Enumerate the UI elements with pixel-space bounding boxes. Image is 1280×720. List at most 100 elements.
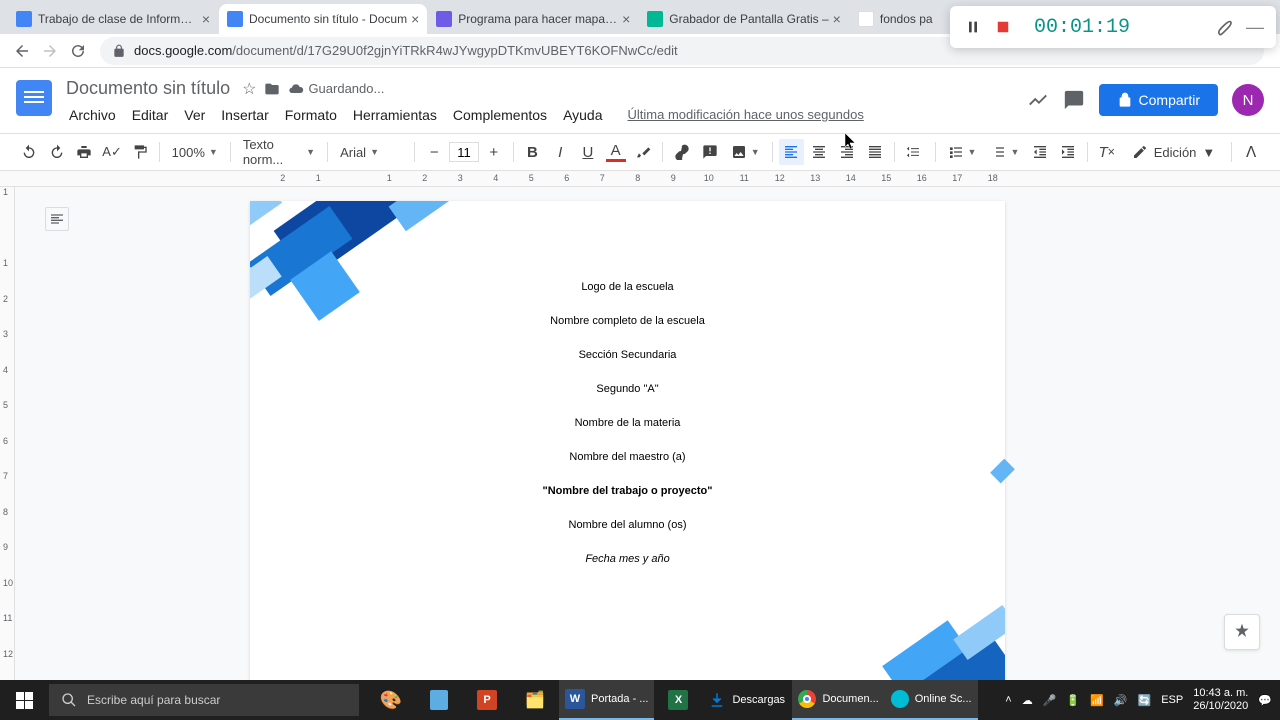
undo-button[interactable] [16,139,42,165]
highlight-button[interactable] [631,139,657,165]
insert-comment-button[interactable] [697,139,723,165]
decrease-indent-button[interactable] [1027,139,1053,165]
tray-cloud-icon[interactable]: ☁ [1022,694,1033,707]
tray-language[interactable]: ESP [1161,694,1183,706]
taskbar-app-word[interactable]: W Portada - ... [559,680,654,720]
outline-toggle-button[interactable] [45,207,69,231]
page-text-line[interactable]: Nombre del alumno (os) [345,519,910,531]
page-text-line[interactable]: Nombre completo de la escuela [345,315,910,327]
expand-button[interactable]: ᐱ [1238,139,1264,165]
checklist-button[interactable]: ▼ [942,144,983,160]
insert-image-button[interactable]: ▼ [725,144,766,160]
close-icon[interactable]: × [622,11,630,27]
taskbar-app-misc[interactable]: 🗂️ [511,680,559,720]
taskbar-app-excel[interactable]: X [654,680,702,720]
minimize-button[interactable]: — [1246,17,1264,38]
page-text-line[interactable]: Segundo "A" [345,383,910,395]
share-button[interactable]: Compartir [1099,84,1218,116]
move-icon[interactable] [264,81,280,97]
zoom-select[interactable]: 100%▼ [166,145,224,160]
screen-recorder-bar[interactable]: 00:01:19 — [950,6,1276,48]
account-avatar[interactable]: N [1232,84,1264,116]
bullet-list-button[interactable]: ▼ [984,144,1025,160]
forward-button[interactable] [36,37,64,65]
tray-sync-icon[interactable]: 🔄 [1138,694,1152,707]
italic-button[interactable]: I [547,139,573,165]
activity-icon[interactable] [1027,89,1049,111]
paint-format-button[interactable] [127,139,153,165]
page-text-line[interactable]: Nombre del maestro (a) [345,451,910,463]
insert-link-button[interactable] [669,139,695,165]
comments-icon[interactable] [1063,89,1085,111]
notifications-icon[interactable]: 💬 [1258,694,1272,707]
decrease-font-button[interactable]: − [421,139,447,165]
align-left-button[interactable] [779,139,805,165]
tray-volume-icon[interactable]: 🔊 [1114,694,1128,707]
taskbar-clock[interactable]: 10:43 a. m. 26/10/2020 [1193,687,1248,713]
menu-ver[interactable]: Ver [177,103,212,127]
taskbar-app-powerpoint[interactable]: P [463,680,511,720]
taskbar-app-recorder[interactable]: Online Sc... [885,680,978,720]
increase-indent-button[interactable] [1055,139,1081,165]
reload-button[interactable] [64,37,92,65]
bold-button[interactable]: B [520,139,546,165]
page-text-line[interactable]: Fecha mes y año [345,553,910,565]
tray-wifi-icon[interactable]: 📶 [1090,694,1104,707]
menu-ayuda[interactable]: Ayuda [556,103,609,127]
print-button[interactable] [71,139,97,165]
star-icon[interactable]: ☆ [242,79,256,99]
taskbar-app-chrome[interactable]: Documen... [792,680,884,720]
tray-mic-icon[interactable]: 🎤 [1043,694,1057,707]
taskbar-search[interactable]: Escribe aquí para buscar [49,684,359,716]
document-title[interactable]: Documento sin título [62,76,234,101]
page-text-line[interactable]: Logo de la escuela [345,281,910,293]
font-size-input[interactable]: 11 [449,142,479,162]
align-center-button[interactable] [806,139,832,165]
menu-insertar[interactable]: Insertar [214,103,275,127]
explore-button[interactable] [1224,614,1260,650]
close-icon[interactable]: × [833,11,841,27]
editing-mode-select[interactable]: Edición▼ [1122,140,1226,164]
page-text-line[interactable]: Nombre de la materia [345,417,910,429]
align-justify-button[interactable] [862,139,888,165]
tray-chevron-icon[interactable]: ˄ [1005,694,1011,706]
browser-tab-1[interactable]: Documento sin título - Docum × [219,4,427,34]
document-page[interactable]: Logo de la escuela Nombre completo de la … [250,201,1005,695]
line-spacing-button[interactable] [901,144,929,160]
taskbar-app-notepad[interactable] [415,680,463,720]
font-select[interactable]: Arial▼ [334,145,408,160]
browser-tab-2[interactable]: Programa para hacer mapas c × [428,4,638,34]
last-edit-link[interactable]: Última modificación hace unos segundos [628,103,864,127]
taskbar-app-downloads[interactable]: Descargas [702,680,792,720]
clear-format-button[interactable]: T× [1094,139,1120,165]
menu-archivo[interactable]: Archivo [62,103,123,127]
docs-logo-icon[interactable] [16,80,52,116]
page-text-line[interactable]: "Nombre del trabajo o proyecto" [345,485,910,497]
vertical-ruler[interactable]: 1123456789101112 [0,187,15,695]
back-button[interactable] [8,37,36,65]
pause-button[interactable] [962,16,984,38]
menu-editar[interactable]: Editar [125,103,176,127]
taskbar-app-paint[interactable]: 🎨 [367,680,415,720]
horizontal-ruler[interactable]: 21123456789101112131415161718 [0,171,1280,187]
page-text-line[interactable]: Sección Secundaria [345,349,910,361]
style-select[interactable]: Texto norm...▼ [237,137,321,167]
stop-button[interactable] [992,16,1014,38]
spellcheck-button[interactable]: A✓ [99,139,125,165]
menu-formato[interactable]: Formato [278,103,344,127]
browser-tab-3[interactable]: Grabador de Pantalla Gratis – × [639,4,849,34]
close-icon[interactable]: × [411,11,419,27]
start-button[interactable] [0,680,48,720]
browser-tab-0[interactable]: Trabajo de clase de Informátic × [8,4,218,34]
align-right-button[interactable] [834,139,860,165]
underline-button[interactable]: U [575,139,601,165]
close-icon[interactable]: × [202,11,210,27]
redo-button[interactable] [44,139,70,165]
menu-complementos[interactable]: Complementos [446,103,554,127]
text-color-button[interactable]: A [603,139,629,165]
tray-battery-icon[interactable]: 🔋 [1066,694,1080,707]
annotation-tool-icon[interactable] [1214,17,1234,37]
browser-tab-4[interactable]: fondos pa [850,4,950,34]
increase-font-button[interactable]: + [481,139,507,165]
menu-herramientas[interactable]: Herramientas [346,103,444,127]
